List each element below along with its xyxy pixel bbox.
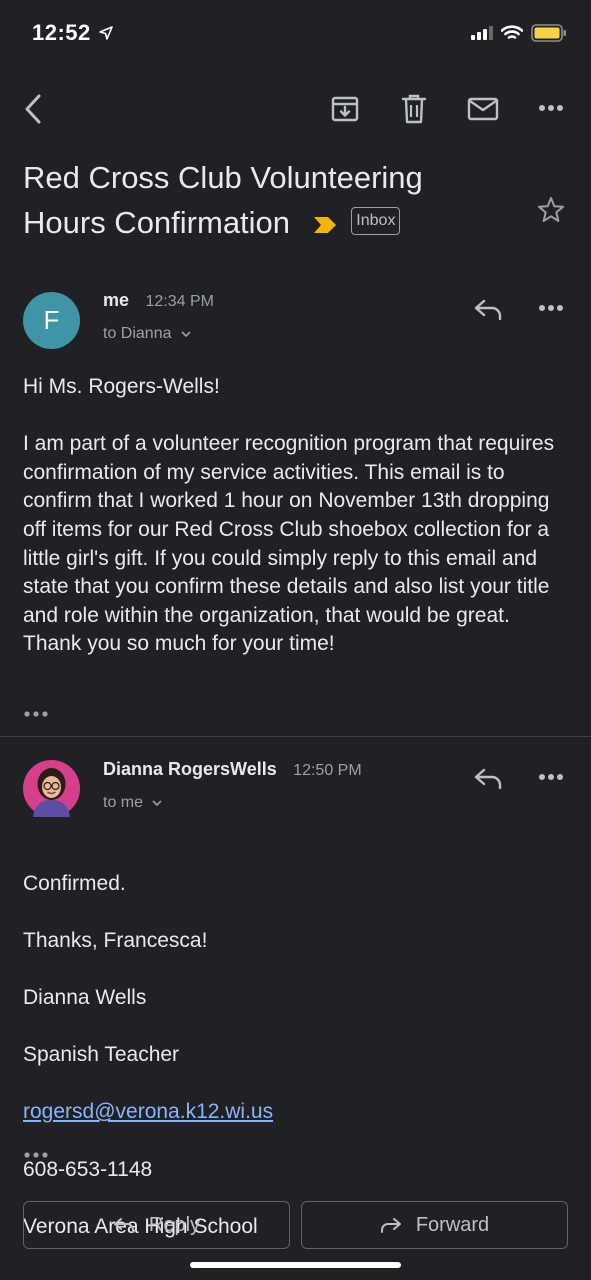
message-more-button[interactable] <box>536 299 566 317</box>
wifi-icon <box>501 25 523 39</box>
sender-avatar[interactable] <box>23 760 80 817</box>
status-time-text: 12:52 <box>32 20 91 45</box>
more-horizontal-icon <box>24 1152 48 1158</box>
body-line: Confirmed. <box>23 871 126 895</box>
forward-label: Forward <box>415 1213 490 1236</box>
reply-label: Reply <box>148 1213 201 1236</box>
important-marker-icon[interactable] <box>313 216 337 234</box>
message-more-button[interactable] <box>536 768 566 786</box>
recipient-text: to Dianna <box>103 325 172 342</box>
message-header[interactable]: Dianna RogersWells 12:50 PM <box>103 759 362 780</box>
avatar-letter: F <box>43 305 60 335</box>
home-indicator[interactable] <box>190 1262 401 1268</box>
body-line: Thanks, Francesca! <box>23 928 208 952</box>
reply-icon <box>474 768 502 789</box>
more-horizontal-icon <box>24 711 48 717</box>
trash-icon <box>401 94 427 124</box>
sender-name: me <box>103 290 130 310</box>
reply-icon <box>474 299 502 320</box>
status-time: 12:52 <box>32 20 114 46</box>
more-horizontal-icon <box>539 105 563 111</box>
message-body: Hi Ms. Rogers-Wells! I am part of a volu… <box>23 375 555 656</box>
message-header[interactable]: me 12:34 PM <box>103 290 214 311</box>
recipient-details-toggle[interactable]: to Dianna <box>103 325 191 343</box>
back-arrow-icon <box>25 94 41 124</box>
recipient-details-toggle[interactable]: to me <box>103 794 163 812</box>
archive-icon <box>331 96 359 122</box>
message-time: 12:50 PM <box>293 762 362 779</box>
sender-avatar[interactable]: F <box>23 292 80 349</box>
star-button[interactable] <box>535 194 567 226</box>
signal-icon <box>471 26 493 40</box>
mark-unread-button[interactable] <box>464 92 502 126</box>
body-line: Spanish Teacher <box>23 1043 180 1067</box>
message-divider <box>0 736 591 737</box>
email-subject: Red Cross Club Volunteering Hours Confir… <box>23 155 443 245</box>
recipient-text: to me <box>103 794 144 811</box>
show-trimmed-content-button[interactable] <box>23 1146 49 1164</box>
body-line: Dianna Wells <box>23 985 147 1009</box>
sender-name: Dianna RogersWells <box>103 759 277 779</box>
back-button[interactable] <box>18 92 48 126</box>
mail-icon <box>467 97 499 121</box>
message-time: 12:34 PM <box>145 293 214 310</box>
location-arrow-icon <box>99 26 114 40</box>
forward-bottom-button[interactable]: Forward <box>301 1201 568 1249</box>
chevron-down-icon <box>181 331 191 338</box>
archive-button[interactable] <box>328 92 362 126</box>
battery-icon <box>531 24 566 42</box>
more-horizontal-icon <box>539 305 563 311</box>
email-link[interactable]: rogersd@verona.k12.wi.us <box>23 1100 273 1123</box>
bitmoji-avatar-icon <box>23 760 80 817</box>
reply-button[interactable] <box>472 765 504 791</box>
forward-icon <box>380 1218 401 1233</box>
delete-button[interactable] <box>397 92 431 126</box>
body-line: 608-653-1148 <box>23 1157 153 1181</box>
reply-button[interactable] <box>472 296 504 322</box>
show-trimmed-content-button[interactable] <box>23 705 49 723</box>
chevron-down-icon <box>152 800 163 807</box>
more-options-button[interactable] <box>536 98 566 118</box>
reply-bottom-button[interactable]: Reply <box>23 1201 290 1249</box>
reply-icon <box>113 1218 134 1233</box>
status-icons <box>471 24 567 42</box>
star-icon <box>538 197 564 222</box>
inbox-label-badge[interactable]: Inbox <box>351 206 401 235</box>
more-horizontal-icon <box>539 774 563 780</box>
